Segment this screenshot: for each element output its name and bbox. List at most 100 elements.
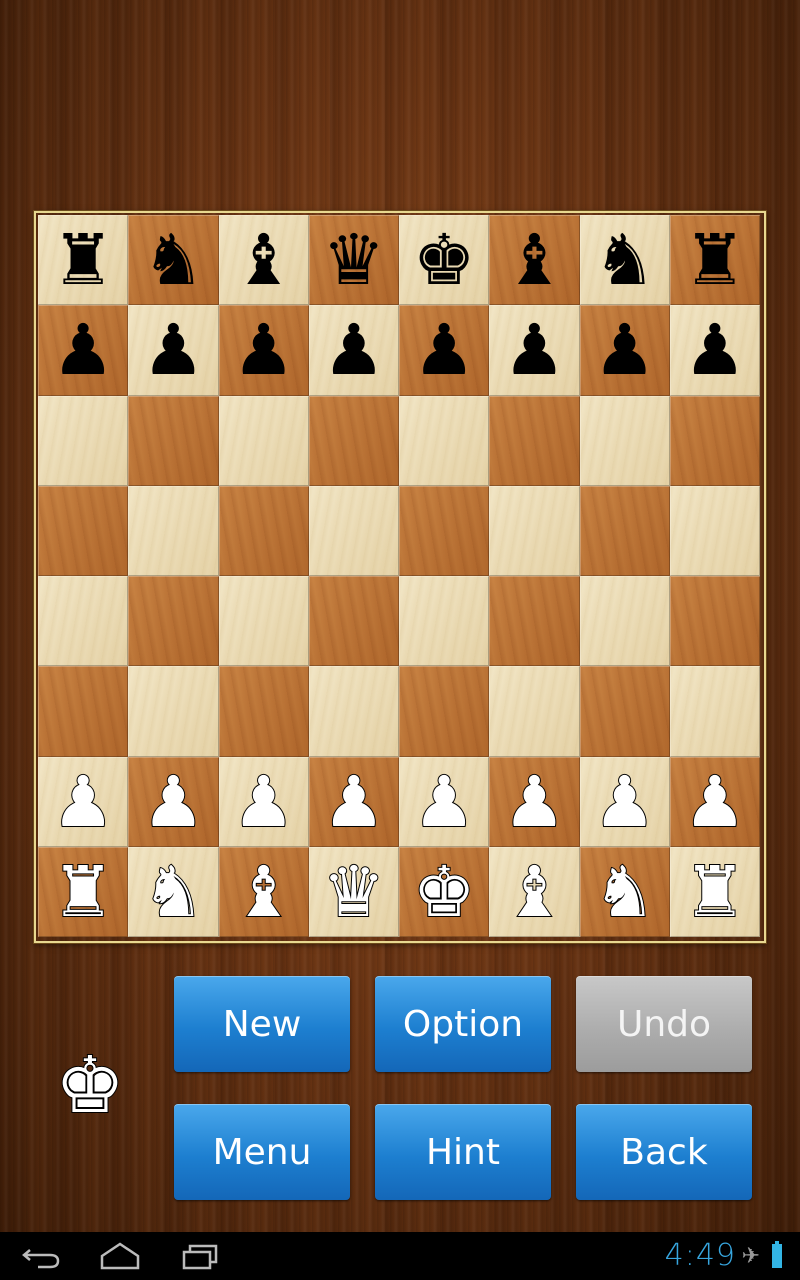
back-button[interactable]: Back bbox=[576, 1104, 752, 1200]
square-h3[interactable] bbox=[669, 666, 760, 757]
square-e2[interactable]: ♟ bbox=[399, 756, 490, 847]
square-e3[interactable] bbox=[399, 666, 490, 757]
black-rook-icon[interactable]: ♜ bbox=[52, 225, 115, 295]
square-b5[interactable] bbox=[128, 485, 219, 576]
square-b7[interactable]: ♟ bbox=[128, 305, 219, 396]
square-e1[interactable]: ♚ bbox=[399, 846, 490, 937]
square-f3[interactable] bbox=[489, 666, 580, 757]
black-pawn-icon[interactable]: ♟ bbox=[142, 315, 205, 385]
square-c1[interactable]: ♝ bbox=[218, 846, 309, 937]
hint-button[interactable]: Hint bbox=[375, 1104, 551, 1200]
square-f2[interactable]: ♟ bbox=[489, 756, 580, 847]
black-pawn-icon[interactable]: ♟ bbox=[52, 315, 115, 385]
white-pawn-icon[interactable]: ♟ bbox=[412, 766, 477, 838]
square-g5[interactable] bbox=[579, 485, 670, 576]
square-d3[interactable] bbox=[308, 666, 399, 757]
square-c5[interactable] bbox=[218, 485, 309, 576]
back-icon[interactable] bbox=[20, 1240, 64, 1272]
square-a1[interactable]: ♜ bbox=[38, 846, 129, 937]
square-h6[interactable] bbox=[669, 395, 760, 486]
square-c4[interactable] bbox=[218, 576, 309, 667]
square-a2[interactable]: ♟ bbox=[38, 756, 129, 847]
square-d1[interactable]: ♛ bbox=[308, 846, 399, 937]
square-b3[interactable] bbox=[128, 666, 219, 757]
chess-board[interactable]: ♜ ♞ ♝ ♛ ♚ ♝ ♞ ♜ ♟ ♟ ♟ ♟ ♟ ♟ ♟ ♟ ♟ ♟ ♟ ♟ ♟ ♟ ♟ ♟ ♜ ♞ ♝ ♛ ♚ ♝ ♞ ♜ bbox=[38, 215, 760, 937]
black-pawn-icon[interactable]: ♟ bbox=[413, 315, 476, 385]
black-pawn-icon[interactable]: ♟ bbox=[683, 315, 746, 385]
white-pawn-icon[interactable]: ♟ bbox=[231, 766, 296, 838]
square-d6[interactable] bbox=[308, 395, 399, 486]
square-a3[interactable] bbox=[38, 666, 129, 757]
square-d7[interactable]: ♟ bbox=[308, 305, 399, 396]
home-icon[interactable] bbox=[98, 1240, 142, 1272]
square-c2[interactable]: ♟ bbox=[218, 756, 309, 847]
new-game-button[interactable]: New bbox=[174, 976, 350, 1072]
recent-apps-icon[interactable] bbox=[178, 1240, 222, 1272]
white-pawn-icon[interactable]: ♟ bbox=[51, 766, 116, 838]
square-e4[interactable] bbox=[399, 576, 490, 667]
square-f8[interactable]: ♝ bbox=[489, 215, 580, 306]
square-d4[interactable] bbox=[308, 576, 399, 667]
square-b2[interactable]: ♟ bbox=[128, 756, 219, 847]
black-knight-icon[interactable]: ♞ bbox=[142, 225, 205, 295]
black-queen-icon[interactable]: ♛ bbox=[322, 225, 385, 295]
square-e6[interactable] bbox=[399, 395, 490, 486]
square-h2[interactable]: ♟ bbox=[669, 756, 760, 847]
menu-button[interactable]: Menu bbox=[174, 1104, 350, 1200]
square-a8[interactable]: ♜ bbox=[38, 215, 129, 306]
white-pawn-icon[interactable]: ♟ bbox=[502, 766, 567, 838]
black-pawn-icon[interactable]: ♟ bbox=[503, 315, 566, 385]
white-bishop-icon[interactable]: ♝ bbox=[231, 856, 296, 928]
white-king-icon[interactable]: ♚ bbox=[412, 856, 477, 928]
square-d8[interactable]: ♛ bbox=[308, 215, 399, 306]
white-queen-icon[interactable]: ♛ bbox=[321, 856, 386, 928]
square-a7[interactable]: ♟ bbox=[38, 305, 129, 396]
square-e8[interactable]: ♚ bbox=[399, 215, 490, 306]
square-f5[interactable] bbox=[489, 485, 580, 576]
square-h7[interactable]: ♟ bbox=[669, 305, 760, 396]
white-pawn-icon[interactable]: ♟ bbox=[321, 766, 386, 838]
square-b8[interactable]: ♞ bbox=[128, 215, 219, 306]
square-f6[interactable] bbox=[489, 395, 580, 486]
black-rook-icon[interactable]: ♜ bbox=[683, 225, 746, 295]
square-h4[interactable] bbox=[669, 576, 760, 667]
square-g2[interactable]: ♟ bbox=[579, 756, 670, 847]
black-bishop-icon[interactable]: ♝ bbox=[503, 225, 566, 295]
white-bishop-icon[interactable]: ♝ bbox=[502, 856, 567, 928]
square-b6[interactable] bbox=[128, 395, 219, 486]
option-button[interactable]: Option bbox=[375, 976, 551, 1072]
square-b4[interactable] bbox=[128, 576, 219, 667]
square-g6[interactable] bbox=[579, 395, 670, 486]
white-knight-icon[interactable]: ♞ bbox=[592, 856, 657, 928]
square-c3[interactable] bbox=[218, 666, 309, 757]
black-king-icon[interactable]: ♚ bbox=[413, 225, 476, 295]
black-pawn-icon[interactable]: ♟ bbox=[593, 315, 656, 385]
white-pawn-icon[interactable]: ♟ bbox=[141, 766, 206, 838]
square-h1[interactable]: ♜ bbox=[669, 846, 760, 937]
square-g1[interactable]: ♞ bbox=[579, 846, 670, 937]
white-pawn-icon[interactable]: ♟ bbox=[682, 766, 747, 838]
black-pawn-icon[interactable]: ♟ bbox=[322, 315, 385, 385]
square-g3[interactable] bbox=[579, 666, 670, 757]
square-g4[interactable] bbox=[579, 576, 670, 667]
white-rook-icon[interactable]: ♜ bbox=[51, 856, 116, 928]
black-bishop-icon[interactable]: ♝ bbox=[232, 225, 295, 295]
square-f7[interactable]: ♟ bbox=[489, 305, 580, 396]
square-c7[interactable]: ♟ bbox=[218, 305, 309, 396]
square-g7[interactable]: ♟ bbox=[579, 305, 670, 396]
square-f4[interactable] bbox=[489, 576, 580, 667]
square-a5[interactable] bbox=[38, 485, 129, 576]
square-e5[interactable] bbox=[399, 485, 490, 576]
white-knight-icon[interactable]: ♞ bbox=[141, 856, 206, 928]
black-pawn-icon[interactable]: ♟ bbox=[232, 315, 295, 385]
square-c6[interactable] bbox=[218, 395, 309, 486]
undo-button[interactable]: Undo bbox=[576, 976, 752, 1072]
square-a6[interactable] bbox=[38, 395, 129, 486]
square-f1[interactable]: ♝ bbox=[489, 846, 580, 937]
square-h5[interactable] bbox=[669, 485, 760, 576]
square-d2[interactable]: ♟ bbox=[308, 756, 399, 847]
square-g8[interactable]: ♞ bbox=[579, 215, 670, 306]
square-c8[interactable]: ♝ bbox=[218, 215, 309, 306]
square-b1[interactable]: ♞ bbox=[128, 846, 219, 937]
white-pawn-icon[interactable]: ♟ bbox=[592, 766, 657, 838]
